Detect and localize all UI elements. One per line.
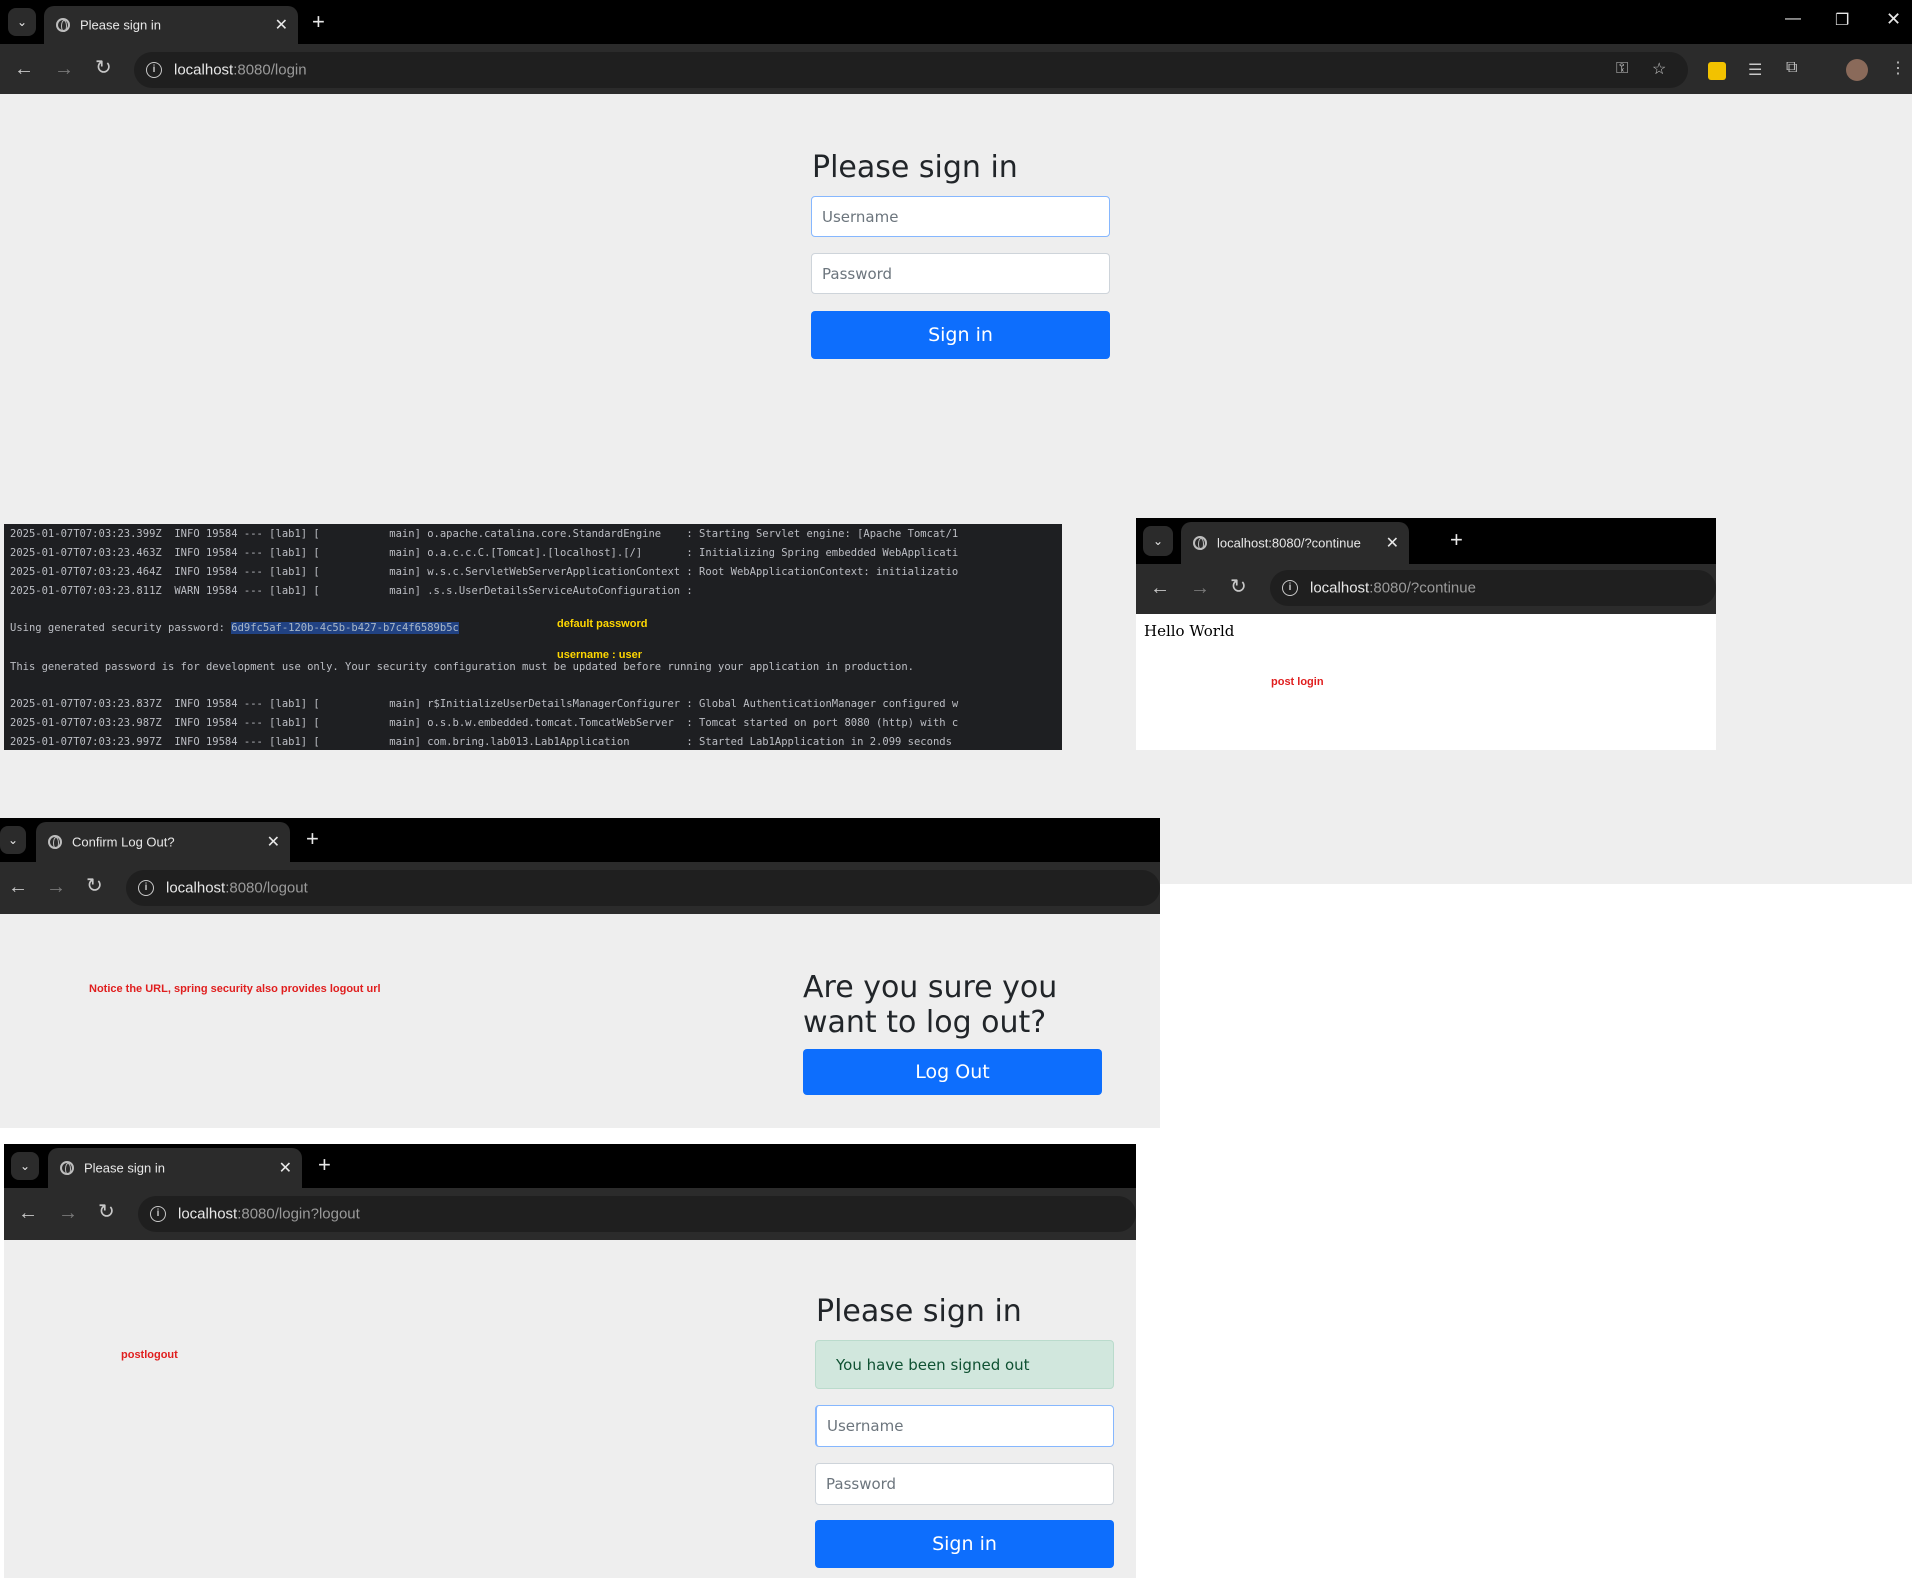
chevron-down-icon: ⌄ <box>16 15 28 29</box>
page-title: Please sign in <box>816 1294 1022 1329</box>
tab-search-button[interactable]: ⌄ <box>8 8 36 36</box>
url-text: localhost:8080/login <box>174 61 307 79</box>
log-line: 2025-01-07T07:03:23.987Z INFO 19584 --- … <box>10 717 959 729</box>
postlogout-tab[interactable]: Please sign in ✕ <box>48 1148 302 1188</box>
close-tab-icon[interactable]: ✕ <box>1386 533 1399 553</box>
logout-tab[interactable]: Confirm Log Out? ✕ <box>36 822 290 862</box>
address-bar[interactable]: i localhost:8080/?continue <box>1270 570 1716 606</box>
back-button[interactable]: ← <box>14 59 34 79</box>
url-text: localhost:8080/?continue <box>1310 579 1476 597</box>
annotation-username: username : user <box>557 649 642 661</box>
back-button[interactable]: ← <box>1150 578 1170 598</box>
close-tab-icon[interactable]: ✕ <box>267 832 280 852</box>
username-input[interactable]: Username <box>811 196 1110 237</box>
log-line: 2025-01-07T07:03:23.463Z INFO 19584 --- … <box>10 547 959 559</box>
new-tab-button[interactable]: + <box>318 1154 331 1176</box>
sign-in-button[interactable]: Sign in <box>815 1520 1114 1568</box>
log-line: 2025-01-07T07:03:23.811Z WARN 19584 --- … <box>10 585 693 597</box>
globe-icon <box>1193 536 1207 550</box>
sign-in-button[interactable]: Sign in <box>811 311 1110 359</box>
forward-button[interactable]: → <box>46 877 66 897</box>
site-info-icon[interactable]: i <box>150 1206 166 1222</box>
chevron-down-icon: ⌄ <box>19 1159 31 1173</box>
site-info-icon[interactable]: i <box>1282 580 1298 596</box>
reload-button[interactable]: ↻ <box>86 876 103 896</box>
logout-question: Are you sure you want to log out? <box>803 970 1058 1040</box>
log-out-button[interactable]: Log Out <box>803 1049 1102 1095</box>
annotation-post-login: post login <box>1271 676 1324 688</box>
password-input[interactable]: Password <box>811 253 1110 294</box>
address-bar[interactable]: i localhost:8080/logout <box>126 870 1160 906</box>
tab-title: Please sign in <box>80 17 161 33</box>
avatar[interactable] <box>1846 59 1868 81</box>
forward-button[interactable]: → <box>58 1203 78 1223</box>
globe-icon <box>56 18 70 32</box>
globe-icon <box>48 835 62 849</box>
new-tab-button[interactable]: + <box>306 828 319 850</box>
tab-search-button[interactable]: ⌄ <box>0 826 26 854</box>
bookmark-star-icon[interactable]: ☆ <box>1652 59 1666 79</box>
hello-world-text: Hello World <box>1144 622 1235 640</box>
reload-button[interactable]: ↻ <box>95 58 112 78</box>
signed-out-alert: You have been signed out <box>815 1340 1114 1389</box>
key-icon[interactable]: ⚿ <box>1616 60 1628 78</box>
site-info-icon[interactable]: i <box>146 62 162 78</box>
restore-button[interactable]: ❐ <box>1835 10 1849 30</box>
address-bar[interactable]: i localhost:8080/login ⚿ ☆ <box>134 52 1688 88</box>
log-line: 2025-01-07T07:03:23.837Z INFO 19584 --- … <box>10 698 959 710</box>
back-button[interactable]: ← <box>8 877 28 897</box>
menu-kebab-icon[interactable]: ⋮ <box>1890 58 1906 78</box>
tab-search-button[interactable]: ⌄ <box>1143 526 1173 556</box>
new-tab-button[interactable]: + <box>312 11 325 33</box>
main-tab[interactable]: Please sign in ✕ <box>44 6 298 44</box>
log-line: 2025-01-07T07:03:23.997Z INFO 19584 --- … <box>10 736 952 748</box>
username-input[interactable]: Username <box>815 1405 1114 1447</box>
log-line: 2025-01-07T07:03:23.399Z INFO 19584 --- … <box>10 528 959 540</box>
chevron-down-icon: ⌄ <box>7 833 19 847</box>
close-tab-icon[interactable]: ✕ <box>275 15 288 35</box>
new-tab-button[interactable]: + <box>1450 529 1463 551</box>
extension-icon[interactable] <box>1708 62 1726 80</box>
page-title: Please sign in <box>812 150 1018 185</box>
reload-button[interactable]: ↻ <box>1230 577 1247 597</box>
generated-password: 6d9fc5af-120b-4c5b-b427-b7c4f6589b5c <box>231 622 459 634</box>
reading-list-icon[interactable]: ☰ <box>1748 60 1762 80</box>
back-button[interactable]: ← <box>18 1203 38 1223</box>
tab-title: Please sign in <box>84 1160 165 1176</box>
password-input[interactable]: Password <box>815 1463 1114 1505</box>
alert-text: You have been signed out <box>836 1355 1030 1374</box>
close-tab-icon[interactable]: ✕ <box>279 1158 292 1178</box>
forward-button[interactable]: → <box>54 59 74 79</box>
annotation-default-password: default password <box>557 618 648 630</box>
extensions-puzzle-icon[interactable]: ⧉ <box>1786 59 1797 77</box>
annotation-logout-url: Notice the URL, spring security also pro… <box>89 983 381 995</box>
generated-password-line: Using generated security password: 6d9fc… <box>10 622 459 634</box>
reload-button[interactable]: ↻ <box>98 1202 115 1222</box>
site-info-icon[interactable]: i <box>138 880 154 896</box>
address-bar[interactable]: i localhost:8080/login?logout <box>138 1196 1136 1232</box>
tab-title: Confirm Log Out? <box>72 834 175 850</box>
annotation-postlogout: postlogout <box>121 1349 178 1361</box>
forward-button[interactable]: → <box>1190 578 1210 598</box>
url-text: localhost:8080/logout <box>166 879 308 897</box>
url-text: localhost:8080/login?logout <box>178 1205 360 1223</box>
close-window-button[interactable]: ✕ <box>1886 9 1901 30</box>
chevron-down-icon: ⌄ <box>1152 534 1164 548</box>
continue-tab[interactable]: localhost:8080/?continue ✕ <box>1181 522 1409 564</box>
minimize-button[interactable]: — <box>1785 10 1801 28</box>
dev-note-line: This generated password is for developme… <box>10 661 914 673</box>
console-log: 2025-01-07T07:03:23.399Z INFO 19584 --- … <box>4 524 1062 750</box>
tab-title: localhost:8080/?continue <box>1217 535 1361 551</box>
log-line: 2025-01-07T07:03:23.464Z INFO 19584 --- … <box>10 566 959 578</box>
globe-icon <box>60 1161 74 1175</box>
tab-search-button[interactable]: ⌄ <box>11 1152 39 1180</box>
